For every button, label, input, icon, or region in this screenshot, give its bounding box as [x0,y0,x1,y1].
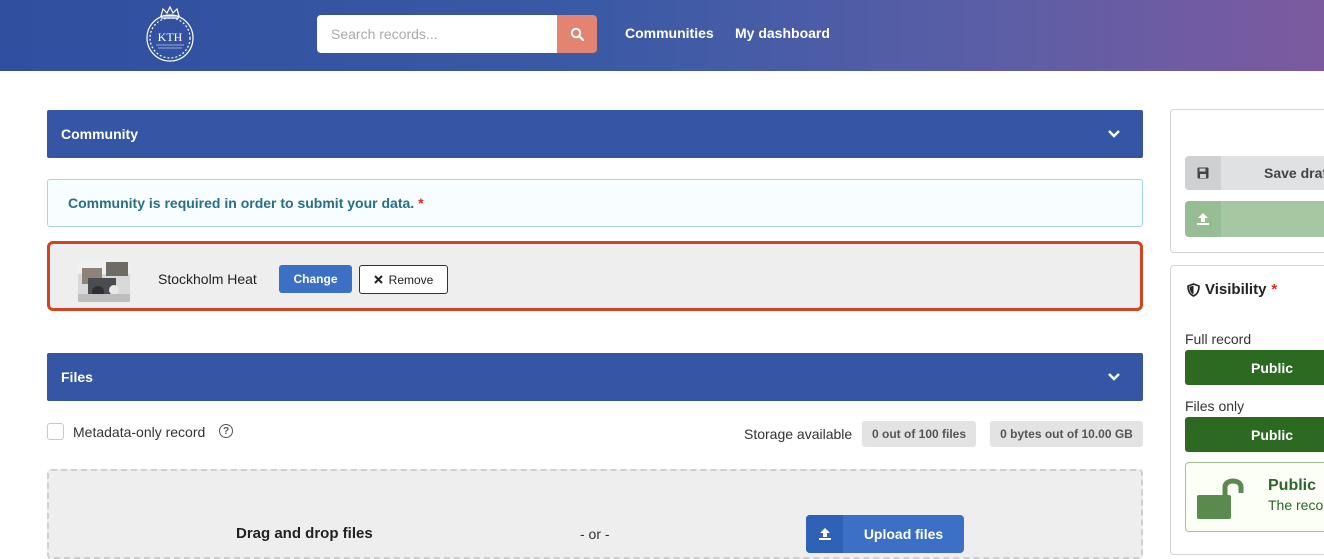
or-separator: - or - [580,526,610,542]
required-asterisk: * [418,195,424,211]
community-title: Community [61,126,138,142]
upload-icon [806,515,843,553]
search-button[interactable] [557,15,597,53]
drag-drop-text: Drag and drop files [236,525,373,542]
help-icon[interactable]: ? [219,424,233,438]
file-dropzone[interactable]: Drag and drop files - or - Upload files [47,469,1143,559]
top-header: KTH Communities My dashboard [0,0,1324,71]
metadata-only-checkbox[interactable] [47,423,64,440]
visibility-title: Visibility * [1187,281,1277,298]
chevron-down-icon [1108,130,1120,138]
public-access-message: Public The record [1185,462,1324,532]
files-title: Files [61,369,93,385]
visibility-title-text: Visibility [1205,281,1267,298]
full-record-label: Full record [1185,331,1252,347]
chevron-down-icon [1108,373,1120,381]
storage-available-label: Storage available [744,426,853,442]
nav-communities[interactable]: Communities [625,25,714,41]
unlock-icon [1197,478,1244,519]
upload-files-button[interactable]: Upload files [806,515,964,553]
visibility-card: Visibility * Full record Public Files on… [1170,265,1324,555]
required-asterisk: * [1271,281,1278,298]
logo-text: KTH [158,30,183,44]
save-draft-button[interactable]: Save draft [1185,156,1324,190]
required-message-text: Community is required in order to submit… [68,195,415,211]
nav-my-dashboard[interactable]: My dashboard [735,25,830,41]
selected-community-card: Stockholm Heat Change Remove [47,241,1143,311]
search-input[interactable] [317,15,558,53]
remove-community-button[interactable]: Remove [359,265,448,294]
community-accordion-header[interactable]: Community [47,110,1143,158]
community-thumbnail [78,260,130,302]
files-only-label: Files only [1185,398,1245,414]
metadata-only-label: Metadata-only record [73,424,206,440]
save-icon [1185,156,1221,190]
publish-button[interactable] [1185,201,1324,237]
community-required-message: Community is required in order to submit… [47,179,1143,227]
full-record-public-button[interactable]: Public [1185,350,1324,385]
files-only-public-button[interactable]: Public [1185,417,1324,452]
files-accordion-header[interactable]: Files [47,353,1143,401]
community-name: Stockholm Heat [158,271,257,287]
public-access-title: Public [1268,477,1317,494]
change-community-button[interactable]: Change [279,265,352,293]
upload-files-label: Upload files [863,526,944,542]
files-count-badge: 0 out of 100 files [862,421,976,447]
remove-label: Remove [388,272,434,287]
save-draft-label: Save draft [1264,165,1324,181]
shield-icon [1187,282,1200,297]
upload-icon [1185,201,1221,237]
close-icon [373,275,383,284]
search-icon [570,27,584,41]
public-access-description: The record [1268,497,1324,513]
kth-logo[interactable]: KTH [144,4,196,62]
storage-bytes-badge: 0 bytes out of 10.00 GB [990,421,1143,447]
deposit-actions-card: Save draft [1170,109,1324,253]
